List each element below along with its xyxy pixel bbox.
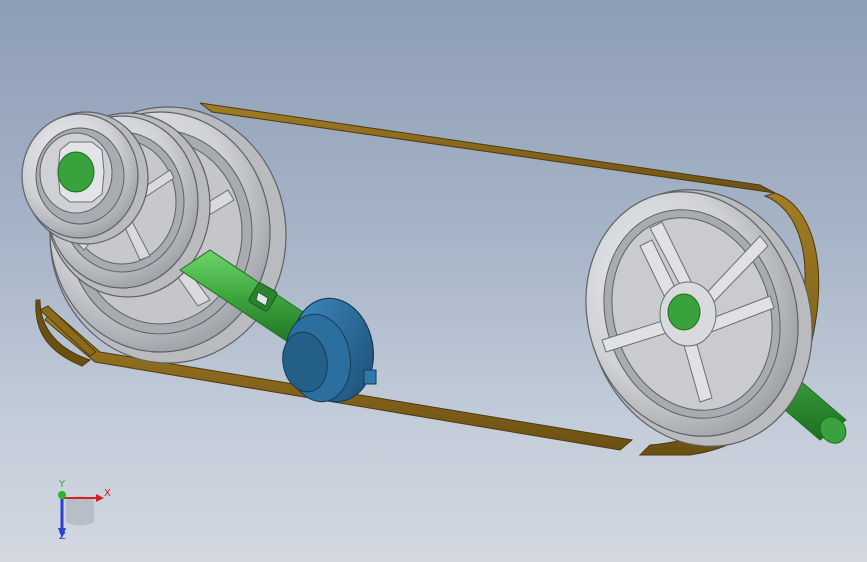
small-stepped-pulley[interactable] (21, 111, 149, 245)
y-axis-label: Y (59, 479, 66, 490)
z-axis-label: Z (59, 531, 66, 542)
pulley-assembly-model[interactable] (0, 0, 867, 562)
axis-triad: X Y Z (40, 480, 120, 550)
3d-viewport[interactable]: X Y Z (0, 0, 867, 562)
x-axis-label: X (104, 488, 111, 499)
driven-pulley[interactable] (555, 160, 845, 475)
